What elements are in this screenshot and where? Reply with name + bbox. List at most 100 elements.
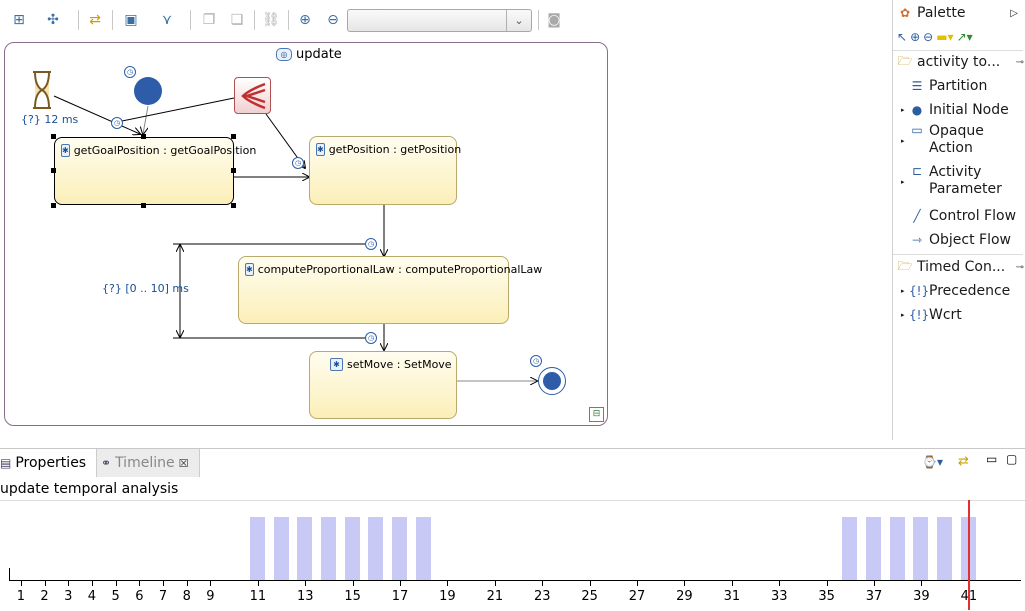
timeline-tick-label: 5	[111, 589, 120, 604]
timeline-tick-label: 4	[87, 589, 97, 604]
timeline-tick	[400, 580, 402, 586]
timeline-slot-bar	[913, 517, 929, 580]
palette-item-label: Control Flow	[929, 208, 1017, 224]
palette-group-timed[interactable]: 🗁 Timed Con... ⊸	[897, 256, 1025, 278]
action-label: setMove : SetMove	[347, 358, 452, 371]
timeline-slot-bar	[273, 517, 289, 580]
action-icon: ✱	[61, 144, 70, 157]
clock-icon: ◷	[124, 66, 136, 78]
tab-timeline[interactable]: ⚭ Timeline ☒	[96, 449, 200, 477]
activity-parameter-icon: ⊏	[911, 164, 923, 178]
tab-label: Properties	[15, 455, 87, 471]
action-set-move[interactable]: ✱ setMove : SetMove	[309, 351, 457, 419]
clock-icon: ◷	[111, 117, 123, 129]
palette-group-activity[interactable]: 🗁 activity to... ⊸	[897, 51, 1025, 73]
timeline-tick-label: 11	[249, 589, 267, 604]
pointer-icon[interactable]: ↖	[897, 30, 907, 44]
selection-handle[interactable]	[51, 134, 56, 139]
selection-handle[interactable]	[51, 203, 56, 208]
timeline-tick	[139, 580, 141, 586]
action-compute-proportional-law[interactable]: ✱ computeProportionalLaw : computeProport…	[238, 256, 542, 324]
palette-item-label: Object Flow	[929, 232, 1012, 248]
constraint-icon: {!}	[909, 284, 930, 298]
palette-item-label: Opaque Action	[929, 123, 984, 156]
initial-node[interactable]	[134, 77, 162, 105]
palette-item-wcrt[interactable]: ▸ {!} Wcrt	[901, 304, 1025, 326]
note-icon[interactable]: ▬▾	[936, 30, 953, 44]
clock-icon: ◷	[530, 355, 542, 367]
timeline-marker[interactable]	[967, 500, 970, 610]
timeline-slot-bar	[415, 517, 431, 580]
expand-icon[interactable]: ▸	[901, 178, 909, 186]
expand-icon[interactable]: ▸	[901, 106, 909, 114]
palette-item-label: Precedence	[929, 283, 1011, 299]
timeline-tick-label: 6	[135, 589, 144, 604]
palette-item-initial-node[interactable]: ▸ ● Initial Node	[901, 99, 1025, 121]
close-icon[interactable]: ☒	[179, 457, 189, 470]
selection-handle[interactable]	[231, 203, 236, 208]
palette-item-control-flow[interactable]: ╱ Control Flow	[909, 205, 1025, 227]
timeline-slot-bar	[392, 517, 408, 580]
timeline-tick-label: 1	[16, 589, 25, 604]
timeline-tick	[447, 580, 449, 586]
selection-handle[interactable]	[141, 203, 146, 208]
hourglass-icon[interactable]	[30, 70, 54, 110]
timeline-tick-label: 25	[581, 589, 598, 604]
properties-icon: ▤	[0, 456, 12, 470]
timeline-tick	[352, 580, 354, 586]
palette-item-precedence[interactable]: ▸ {!} Precedence	[901, 280, 1025, 302]
pin-icon[interactable]: ⊸	[1016, 57, 1024, 68]
sync-icon[interactable]: ⇄	[958, 454, 969, 469]
palette-item-partition[interactable]: ☰ Partition	[909, 75, 1025, 97]
pin-icon[interactable]: ⊸	[1016, 262, 1024, 273]
final-node[interactable]	[538, 367, 566, 395]
timeline-tick	[163, 580, 165, 586]
diagram-link-icon[interactable]: ⊟	[589, 407, 604, 422]
timeline-tick	[921, 580, 923, 586]
action-icon: ✱	[330, 358, 343, 371]
palette-icon: ✿	[899, 6, 911, 20]
palette-item-object-flow[interactable]: ⇾ Object Flow	[909, 229, 1025, 251]
selection-handle[interactable]	[51, 168, 56, 173]
clock-icon: ◷	[365, 238, 377, 250]
expand-icon[interactable]: ▸	[901, 311, 909, 319]
timeline-slot-bar	[937, 517, 953, 580]
action-get-goal-position[interactable]: ✱ getGoalPosition : getGoalPosition	[54, 137, 256, 205]
zoom-in-icon[interactable]: ⊕	[910, 30, 920, 44]
object-flow-icon: ⇾	[911, 233, 923, 247]
maximize-icon[interactable]: ▢	[1006, 452, 1017, 466]
palette-panel: ✿ Palette ▷ ↖ ⊕ ⊖ ▬▾ ↗▾ 🗁 activity to...…	[892, 0, 1025, 440]
zoom-out-icon[interactable]: ⊖	[923, 30, 933, 44]
expand-icon[interactable]: ▸	[901, 137, 909, 145]
timeline-tick-label: 3	[64, 589, 73, 604]
minimize-icon[interactable]: ▭	[986, 452, 997, 466]
selection-handle[interactable]	[141, 134, 146, 139]
history-icon[interactable]: ⌚▾	[922, 455, 943, 469]
expand-icon[interactable]: ▸	[901, 287, 909, 295]
timeline-tick	[91, 580, 93, 586]
timeline-tick-label: 31	[723, 589, 741, 604]
timeline-tick	[44, 580, 46, 586]
chevron-right-icon[interactable]: ▷	[1010, 8, 1018, 19]
initial-node-icon: ●	[911, 103, 923, 117]
selection-handle[interactable]	[231, 134, 236, 139]
timeline-tick	[826, 580, 828, 586]
timeline-tick-label: 2	[40, 589, 49, 604]
timeline-slot-bar	[866, 517, 882, 580]
action-icon: ✱	[245, 263, 254, 276]
fork-node[interactable]	[234, 77, 271, 114]
timeline-slot-bar	[344, 517, 360, 580]
palette-item-activity-parameter[interactable]: ▸ ⊏ Activity Parameter	[901, 164, 1025, 202]
palette-item-label: Initial Node	[929, 102, 1009, 118]
tab-properties[interactable]: ▤ Properties	[0, 449, 87, 477]
action-get-position[interactable]: ✱ getPosition : getPosition	[309, 136, 461, 205]
timeline-tick	[494, 580, 496, 586]
timeline-tick	[186, 580, 188, 586]
connector-icon[interactable]: ↗▾	[957, 30, 973, 44]
palette-item-opaque-action[interactable]: ▸ ▭ Opaque Action	[901, 123, 1025, 161]
timeline-tick-label: 13	[296, 589, 314, 604]
timeline-tick	[305, 580, 307, 586]
selection-handle[interactable]	[231, 168, 236, 173]
palette-group-label: activity to...	[917, 54, 1001, 70]
timeline-tick-label: 21	[486, 589, 504, 604]
